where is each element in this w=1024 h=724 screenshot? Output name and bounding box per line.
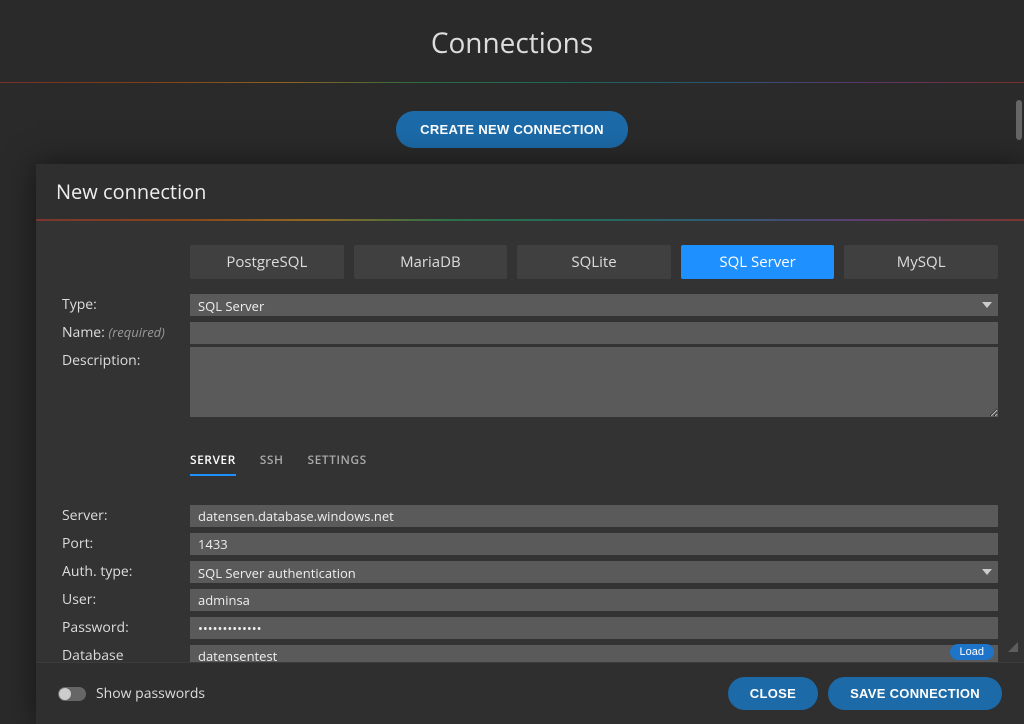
tab-ssh[interactable]: SSH	[260, 451, 284, 476]
label-name: Name: (required)	[62, 319, 190, 346]
label-server: Server:	[62, 502, 190, 529]
password-input[interactable]	[190, 617, 998, 639]
tab-sqlite[interactable]: SQLite	[517, 245, 671, 279]
dialog-footer: Show passwords CLOSE SAVE CONNECTION	[36, 662, 1024, 724]
load-database-button[interactable]: Load	[950, 644, 994, 660]
label-description: Description:	[62, 347, 190, 374]
name-input[interactable]	[190, 322, 998, 344]
auth-type-select[interactable]: SQL Server authentication	[190, 561, 998, 583]
label-database: Database	[62, 642, 190, 662]
tab-settings[interactable]: SETTINGS	[308, 451, 367, 476]
db-type-tabs: PostgreSQL MariaDB SQLite SQL Server MyS…	[190, 245, 998, 279]
description-textarea[interactable]	[190, 347, 998, 417]
show-passwords-toggle[interactable]	[58, 687, 86, 701]
close-button[interactable]: CLOSE	[728, 677, 818, 710]
show-passwords-toggle-wrap: Show passwords	[58, 684, 718, 703]
divider	[0, 82, 1024, 83]
resize-handle-icon[interactable]	[1006, 640, 1018, 652]
dialog-title: New connection	[56, 178, 1004, 205]
label-auth-type: Auth. type:	[62, 558, 190, 585]
show-passwords-label: Show passwords	[96, 684, 205, 703]
dialog-body: PostgreSQL MariaDB SQLite SQL Server MyS…	[36, 221, 1024, 662]
server-input[interactable]	[190, 505, 998, 527]
label-port: Port:	[62, 530, 190, 557]
database-input[interactable]	[190, 645, 998, 663]
user-input[interactable]	[190, 589, 998, 611]
label-password: Password:	[62, 614, 190, 641]
tab-server[interactable]: SERVER	[190, 451, 236, 476]
tab-mariadb[interactable]: MariaDB	[354, 245, 508, 279]
section-tabs: SERVER SSH SETTINGS	[190, 451, 998, 476]
tab-mysql[interactable]: MySQL	[844, 245, 998, 279]
port-input[interactable]	[190, 533, 998, 555]
label-user: User:	[62, 586, 190, 613]
dialog-header: New connection	[36, 164, 1024, 219]
scrollbar-thumb[interactable]	[1016, 100, 1022, 140]
page-title: Connections	[0, 0, 1024, 82]
create-new-connection-button[interactable]: CREATE NEW CONNECTION	[396, 111, 628, 148]
type-select[interactable]: SQL Server	[190, 294, 998, 316]
tab-sqlserver[interactable]: SQL Server	[681, 245, 835, 279]
label-type: Type:	[62, 291, 190, 318]
tab-postgresql[interactable]: PostgreSQL	[190, 245, 344, 279]
save-connection-button[interactable]: SAVE CONNECTION	[828, 677, 1002, 710]
new-connection-dialog: New connection PostgreSQL MariaDB SQLite…	[36, 164, 1024, 724]
